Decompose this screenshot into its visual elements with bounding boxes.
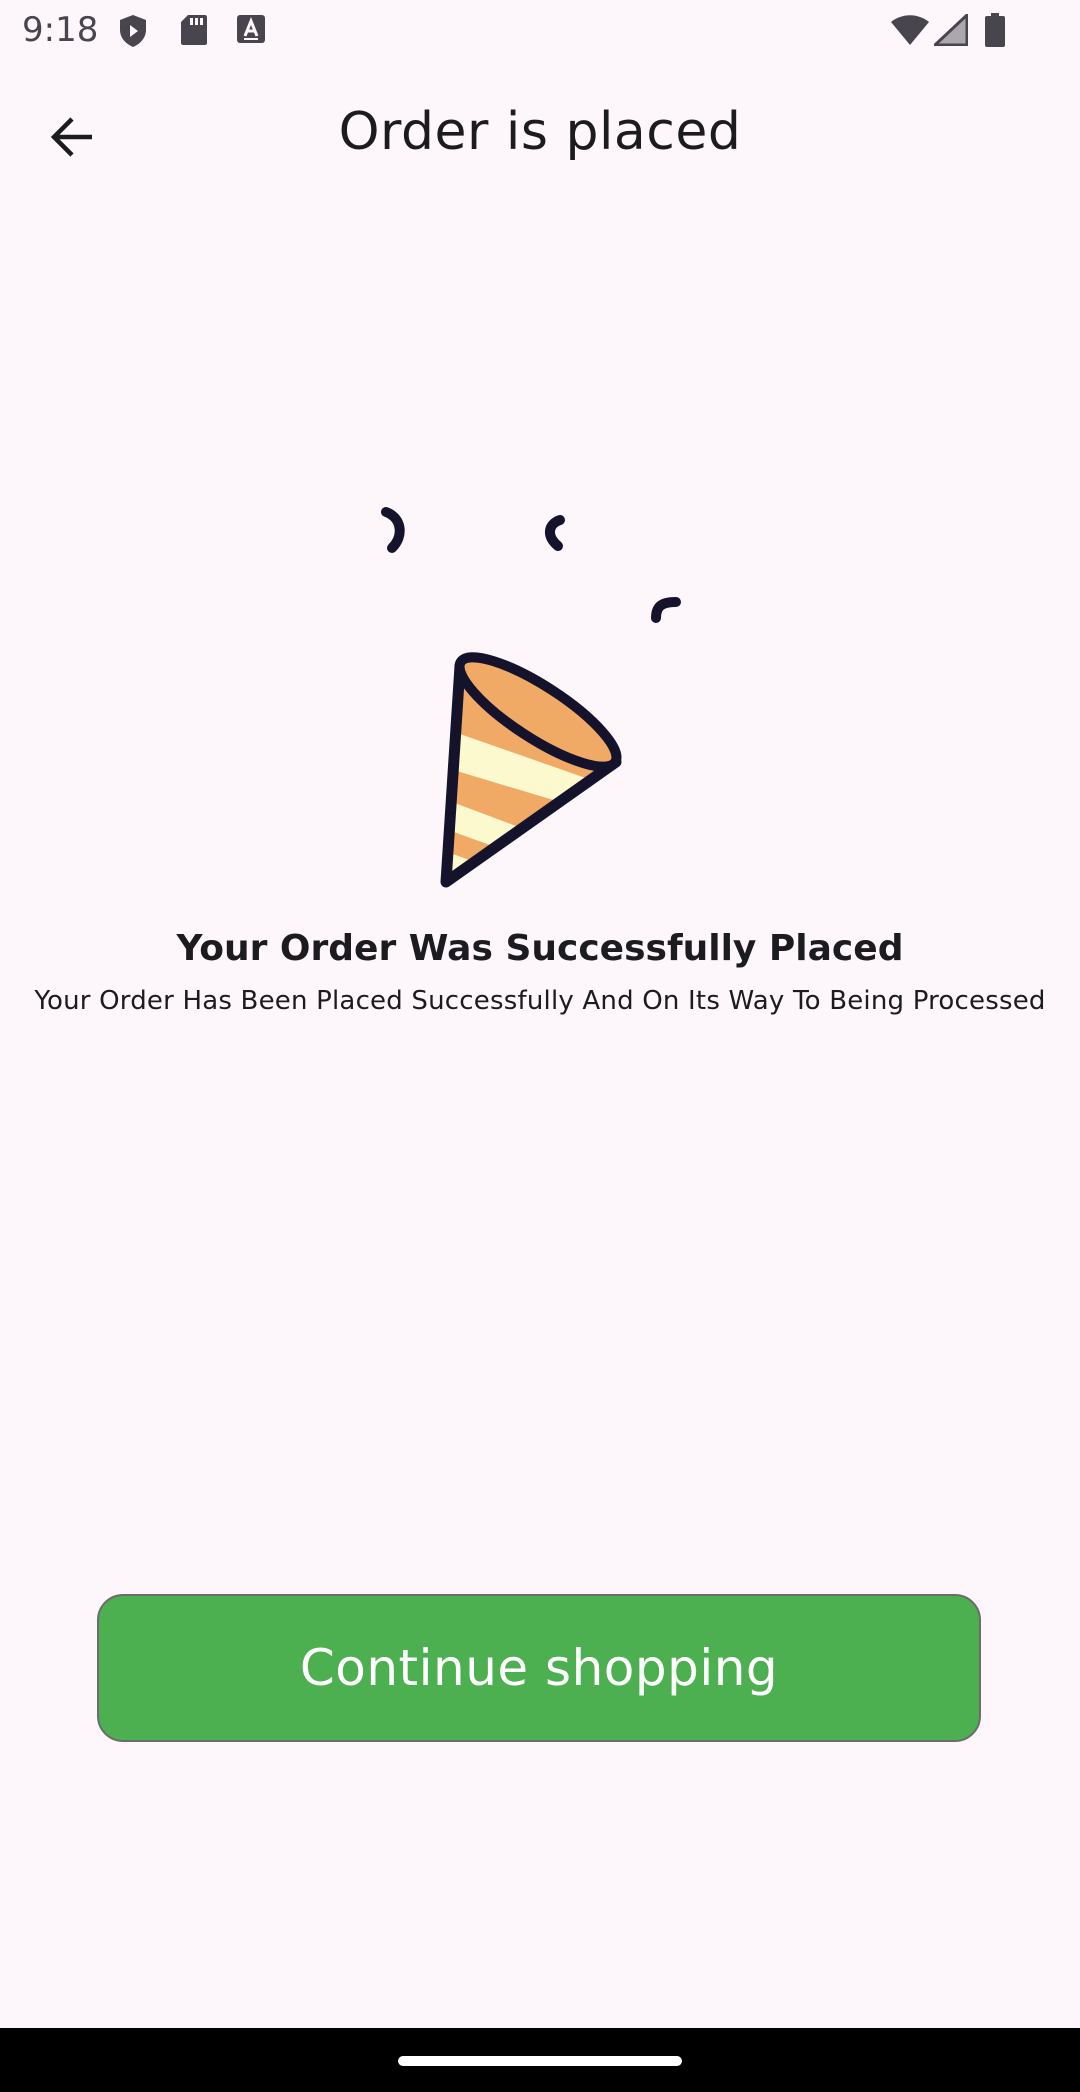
wifi-icon: [890, 14, 930, 51]
continue-shopping-button[interactable]: Continue shopping: [97, 1594, 981, 1742]
party-popper-icon: [360, 490, 720, 900]
battery-icon: [984, 12, 1006, 53]
keyboard-a-icon: [236, 14, 266, 49]
sd-card-icon: [180, 14, 208, 51]
shield-play-icon: [118, 14, 148, 53]
cell-signal-icon: [931, 11, 969, 51]
navigation-bar: [0, 2028, 1080, 2092]
home-indicator[interactable]: [398, 2056, 682, 2066]
status-time: 9:18: [22, 10, 99, 50]
success-subline: Your Order Has Been Placed Successfully …: [34, 986, 1046, 1016]
success-headline: Your Order Was Successfully Placed: [176, 928, 904, 969]
page-title: Order is placed: [338, 102, 742, 162]
order-placed-screen: 9:18 Order is placed Your Order Was Succ…: [0, 0, 1080, 2092]
status-bar: 9:18: [0, 0, 1080, 64]
top-app-bar: Order is placed: [0, 64, 1080, 204]
